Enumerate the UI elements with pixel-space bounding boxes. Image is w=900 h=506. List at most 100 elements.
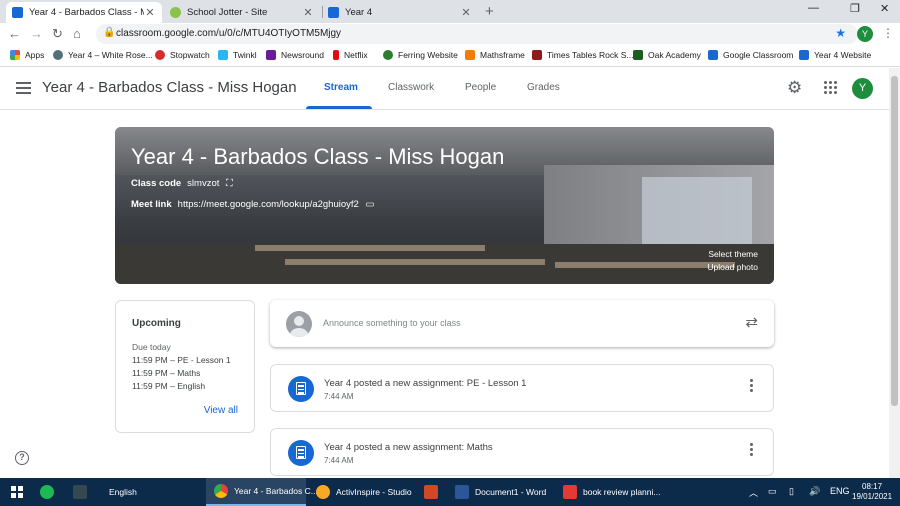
bookmarks-bar: Apps Year 4 – White Rose... Stopwatch Tw… [0,45,900,67]
stream-post[interactable]: Year 4 posted a new assignment: Maths 7:… [270,428,774,476]
address-bar[interactable]: 🔒 classroom.google.com/u/0/c/MTU4OTIyOTM… [96,24,858,44]
upcoming-item[interactable]: 11:59 PM – Maths [132,368,200,378]
tray-chevron-icon[interactable]: ︿ [749,486,758,499]
url-text[interactable]: classroom.google.com/u/0/c/MTU4OTIyOTM5M… [116,28,341,39]
video-camera-icon[interactable]: ▭ [365,199,374,210]
oak-icon [633,50,643,60]
tab-people[interactable]: People [465,82,496,93]
apps-icon [10,50,20,60]
back-arrow-icon[interactable]: ← [8,26,21,41]
bookmark-stopwatch[interactable]: Stopwatch [155,50,210,60]
spotify-icon[interactable] [40,478,60,506]
page-scrollbar[interactable] [889,68,900,478]
announce-placeholder[interactable]: Announce something to your class [323,318,461,328]
classroom-display-board [642,177,752,252]
main-menu-icon[interactable] [16,82,31,97]
active-tab-indicator [306,106,372,109]
post-title[interactable]: Year 4 posted a new assignment: Maths [324,442,493,453]
network-icon[interactable]: ▯ [789,486,794,497]
bookmark-netflix[interactable]: Netflix [333,50,368,60]
more-options-icon[interactable] [750,443,753,458]
close-window-icon[interactable]: ✕ [880,2,889,15]
view-all-link[interactable]: View all [204,405,238,416]
stream-post[interactable]: Year 4 posted a new assignment: PE - Les… [270,364,774,412]
taskbar-powerpoint[interactable] [424,478,444,506]
netflix-icon [333,50,339,60]
lock-icon: 🔒 [103,27,116,38]
tab-stream[interactable]: Stream [324,82,358,93]
bookmark-newsround[interactable]: Newsround [266,50,324,60]
restore-icon[interactable]: ❐ [850,2,860,15]
browser-menu-icon[interactable]: ⋮ [882,26,894,40]
pdf-icon [563,485,577,499]
taskbar-chrome[interactable]: Year 4 - Barbados C... [206,478,318,506]
reload-icon[interactable]: ↻ [52,26,63,42]
windows-start-icon[interactable] [11,486,23,498]
browser-tab-year4[interactable]: Year 4 ✕ [322,2,478,23]
repost-icon[interactable]: ⇄ [745,313,758,331]
close-icon[interactable]: ✕ [302,6,314,19]
assignment-icon [288,440,314,466]
taskbar-sims[interactable]: English [73,478,137,506]
battery-icon[interactable]: ▭ [768,486,777,497]
bookmark-apps[interactable]: Apps [10,50,44,60]
ttrs-icon [532,50,542,60]
bookmark-white-rose[interactable]: Year 4 – White Rose... [53,50,153,60]
bookmark-oak[interactable]: Oak Academy [633,50,701,60]
bookmark-ttrs[interactable]: Times Tables Rock S... [532,50,633,60]
activinspire-icon [316,485,330,499]
account-avatar[interactable]: Y [852,78,873,99]
google-apps-icon[interactable] [824,81,837,94]
sites-icon [799,50,809,60]
forward-arrow-icon[interactable]: → [30,26,43,41]
taskbar-word[interactable]: Document1 - Word [455,478,546,506]
bookmark-twinkl[interactable]: Twinkl [218,50,257,60]
new-tab-icon[interactable]: + [485,3,494,20]
bookmark-year4-website[interactable]: Year 4 Website [799,50,871,60]
language-indicator[interactable]: ENG [830,486,850,496]
bookmark-mathsframe[interactable]: Mathsframe [465,50,525,60]
scrollbar-thumb[interactable] [891,76,898,406]
stopwatch-icon [155,50,165,60]
classroom-icon [12,7,23,18]
minimize-icon[interactable]: — [808,2,819,14]
home-icon[interactable]: ⌂ [73,26,81,41]
sims-icon [73,485,87,499]
fullscreen-icon[interactable]: ⛶ [226,178,233,189]
upcoming-item[interactable]: 11:59 PM – English [132,381,205,391]
bookmark-ferring[interactable]: Ferring Website [383,50,458,60]
select-theme-link[interactable]: Select theme [708,249,758,259]
volume-icon[interactable]: 🔊 [809,486,820,497]
browser-tab-strip: Year 4 - Barbados Class - Miss Ho ✕ Scho… [0,0,900,23]
settings-gear-icon[interactable]: ⚙ [787,78,802,98]
help-icon[interactable]: ? [15,451,29,465]
meet-link-row: Meet link https://meet.google.com/lookup/… [131,199,375,210]
tab-classwork[interactable]: Classwork [388,82,434,93]
browser-tab-jotter[interactable]: School Jotter - Site ✕ [164,2,320,23]
word-icon [455,485,469,499]
more-options-icon[interactable] [750,379,753,394]
upload-photo-link[interactable]: Upload photo [707,262,758,272]
bookmark-google-classroom[interactable]: Google Classroom [708,50,793,60]
close-icon[interactable]: ✕ [460,6,472,19]
system-clock[interactable]: 08:17 19/01/2021 [852,482,892,502]
taskbar-pdf[interactable]: book review planni... [563,478,661,506]
announce-box[interactable]: Announce something to your class ⇄ [270,300,774,347]
profile-avatar[interactable]: Y [857,26,873,42]
powerpoint-icon [424,485,438,499]
twinkl-icon [218,50,228,60]
class-code-value: slmvzot [187,178,220,189]
post-title[interactable]: Year 4 posted a new assignment: PE - Les… [324,378,526,389]
class-title[interactable]: Year 4 - Barbados Class - Miss Hogan [42,79,297,96]
mathsframe-icon [465,50,475,60]
bookmark-star-icon[interactable]: ★ [835,26,846,40]
meet-link[interactable]: https://meet.google.com/lookup/a2ghuioyf… [178,199,359,210]
browser-tab-classroom[interactable]: Year 4 - Barbados Class - Miss Ho ✕ [6,2,162,23]
taskbar-activinspire[interactable]: ActivInspire - Studio [316,478,412,506]
classroom-icon [708,50,718,60]
tab-grades[interactable]: Grades [527,82,560,93]
upcoming-item[interactable]: 11:59 PM – PE - Lesson 1 [132,355,231,365]
upcoming-heading: Upcoming [132,318,181,329]
close-icon[interactable]: ✕ [144,6,156,19]
due-today-label: Due today [132,342,171,352]
